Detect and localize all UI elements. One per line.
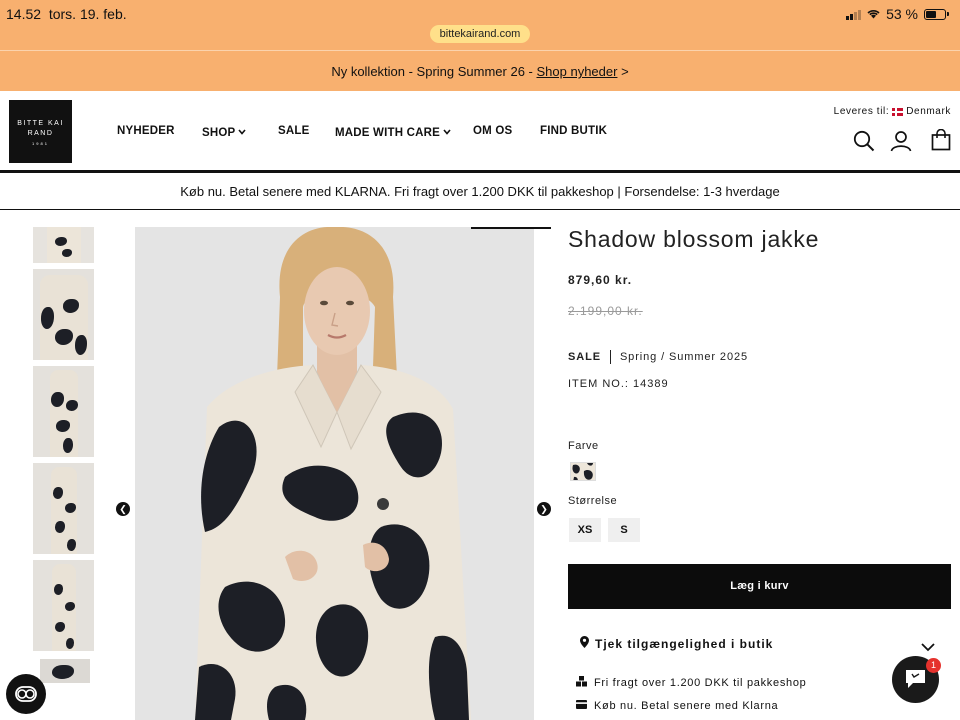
battery-percent: 53 %: [886, 6, 918, 22]
swatch-pattern: [571, 463, 595, 480]
klarna-perk: Køb nu. Betal senere med Klarna: [576, 700, 778, 712]
thumbnail-2[interactable]: [33, 269, 94, 360]
logo-line1: BITTE KAI: [17, 120, 64, 127]
store-availability-toggle[interactable]: Tjek tilgængelighed i butik: [580, 636, 773, 651]
search-icon[interactable]: [853, 130, 875, 157]
thumbnail-4[interactable]: [33, 463, 94, 554]
gallery-prev-arrow-icon[interactable]: ❮: [116, 502, 130, 516]
season-label: Spring / Summer 2025: [619, 351, 748, 363]
gallery-next-arrow-icon[interactable]: ❯: [537, 502, 551, 516]
delivery-label: Leveres til:: [833, 106, 890, 117]
thumbnail-6[interactable]: [40, 659, 90, 683]
nav-om-os[interactable]: OM OS: [473, 125, 512, 137]
accessibility-toggle-icon: [15, 686, 37, 707]
sale-tag: SALE: [568, 351, 601, 363]
accessibility-button[interactable]: [6, 674, 46, 714]
chevron-down-icon: [238, 126, 247, 138]
boxes-icon: [576, 676, 587, 690]
item-number: ITEM NO.: 14389: [568, 378, 669, 390]
status-bar: 14.52 tors. 19. feb. 53 % bittekairand.c…: [0, 0, 960, 50]
image-indicator-line: [471, 227, 551, 229]
size-xs-button[interactable]: XS: [569, 518, 601, 542]
denmark-flag-icon: [892, 107, 904, 116]
thumbnail-1[interactable]: [33, 227, 94, 263]
promo-banner: Ny kollektion - Spring Summer 26 - Shop …: [0, 50, 960, 91]
thumbnail-5[interactable]: [33, 560, 94, 651]
url-bar[interactable]: bittekairand.com: [430, 25, 530, 43]
product-meta: SALE Spring / Summer 2025: [568, 350, 748, 364]
chevron-down-icon: [443, 126, 451, 138]
sale-price: 879,60 kr.: [568, 273, 633, 287]
size-s-button[interactable]: S: [608, 518, 640, 542]
nav-made-with-care[interactable]: MADE WITH CARE: [335, 126, 451, 139]
credit-card-icon: [576, 700, 587, 712]
wifi-icon: [867, 9, 880, 19]
chevron-down-icon[interactable]: [921, 639, 935, 657]
product-main-image[interactable]: [135, 227, 534, 720]
date: tors. 19. feb.: [48, 6, 127, 22]
shopping-bag-icon[interactable]: [931, 128, 951, 156]
cellular-signal-icon: [846, 9, 862, 20]
nav-sale[interactable]: SALE: [278, 125, 309, 137]
nav-find-butik[interactable]: FIND BUTIK: [540, 125, 607, 137]
perk-text: Køb nu. Betal senere med Klarna: [594, 700, 779, 712]
logo-year: 1981: [32, 141, 49, 146]
clock: 14.52: [6, 6, 42, 22]
promo-arrow: >: [617, 64, 629, 79]
color-swatch[interactable]: [570, 462, 596, 481]
site-header: BITTE KAI RAND 1981 NYHEDER SHOP SALE MA…: [0, 91, 960, 173]
delivery-selector[interactable]: Leveres til: Denmark: [834, 106, 951, 117]
account-icon[interactable]: [890, 130, 912, 157]
nav-nyheder[interactable]: NYHEDER: [117, 125, 175, 137]
status-time: 14.52 tors. 19. feb.: [6, 6, 127, 22]
add-to-cart-button[interactable]: Læg i kurv: [568, 564, 951, 609]
brand-logo[interactable]: BITTE KAI RAND 1981: [9, 100, 72, 163]
delivery-country: Denmark: [906, 106, 951, 117]
product-title: Shadow blossom jakke: [568, 226, 820, 252]
perk-text: Fri fragt over 1.200 DKK til pakkeshop: [594, 677, 807, 689]
promo-text: Ny kollektion - Spring Summer 26 -: [331, 64, 537, 79]
status-indicators: 53 %: [846, 6, 949, 22]
map-pin-icon: [580, 636, 589, 651]
chat-icon: [904, 668, 927, 695]
size-label: Størrelse: [568, 495, 618, 507]
logo-line2: RAND: [27, 130, 54, 137]
color-label: Farve: [568, 440, 599, 452]
battery-fill: [926, 10, 936, 18]
meta-divider: [609, 350, 611, 364]
shipping-info-bar: Køb nu. Betal senere med KLARNA. Fri fra…: [0, 176, 960, 210]
notification-badge: 1: [926, 658, 941, 673]
nav-shop[interactable]: SHOP: [202, 126, 247, 139]
free-shipping-perk: Fri fragt over 1.200 DKK til pakkeshop: [576, 676, 806, 690]
original-price: 2.199,00 kr.: [568, 304, 643, 318]
battery-icon: [924, 8, 949, 20]
store-check-label: Tjek tilgængelighed i butik: [595, 636, 774, 651]
product-photo: [135, 227, 534, 720]
shop-news-link[interactable]: Shop nyheder: [537, 64, 618, 79]
thumbnail-3[interactable]: [33, 366, 94, 457]
